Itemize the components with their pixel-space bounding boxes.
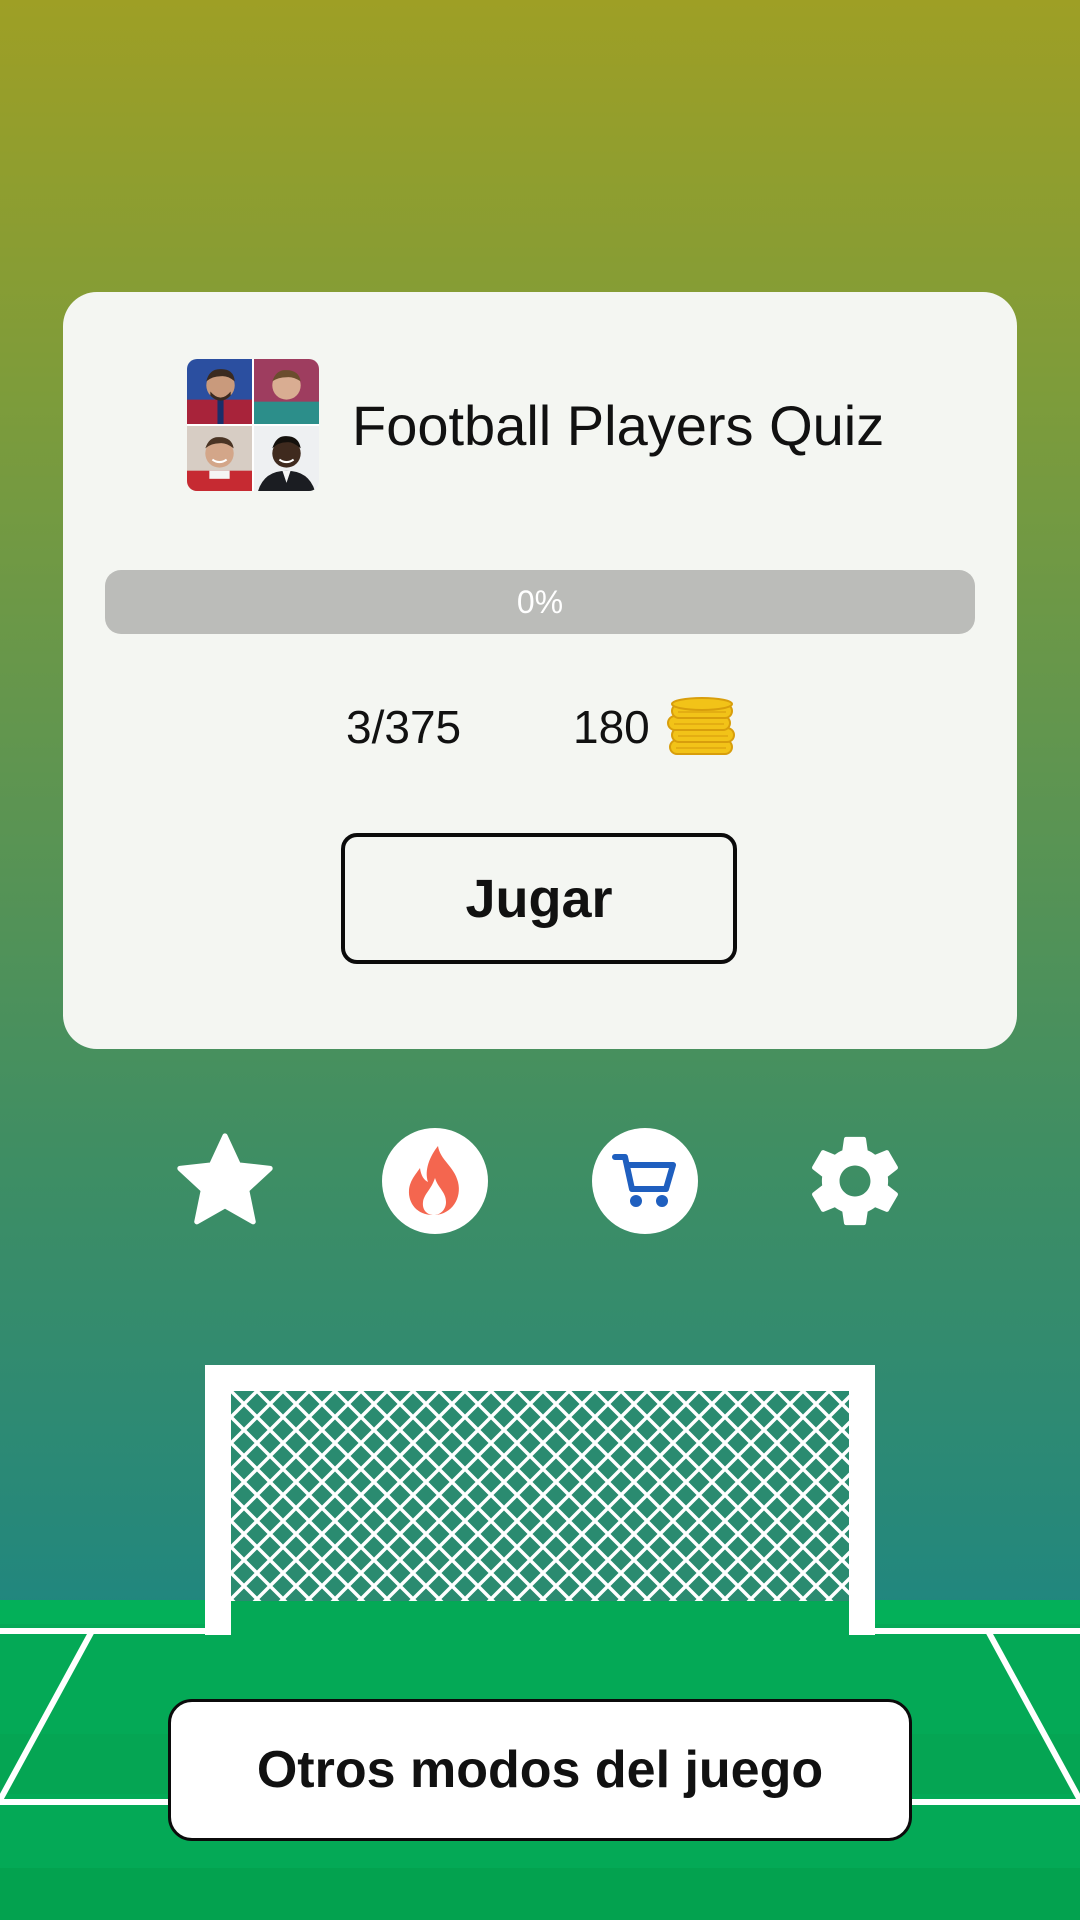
main-card: Football Players Quiz 0% 3/375 180 Jugar <box>63 292 1017 1049</box>
shop-button[interactable] <box>592 1128 698 1234</box>
coin-balance: 180 <box>573 687 738 767</box>
fire-icon <box>408 1146 459 1216</box>
star-icon <box>177 1133 273 1225</box>
player-photo-3 <box>187 426 252 491</box>
level-count: 3/375 <box>346 701 462 753</box>
progress-label: 0% <box>516 583 564 620</box>
favorites-button[interactable] <box>172 1128 278 1234</box>
gear-icon <box>812 1136 898 1226</box>
coin-stack-icon <box>666 697 735 755</box>
hot-button[interactable] <box>382 1128 488 1234</box>
player-photo-1 <box>187 359 252 424</box>
progress-bar: 0% <box>105 570 975 634</box>
app-logo <box>187 359 319 491</box>
player-photo-4 <box>254 426 319 491</box>
player-photo-2 <box>254 359 319 424</box>
app-title: Football Players Quiz <box>352 393 885 457</box>
goal-net <box>205 1365 875 1635</box>
app-header: Football Players Quiz <box>187 359 884 491</box>
shopping-cart-icon <box>612 1154 676 1207</box>
other-game-modes-button[interactable]: Otros modos del juego <box>168 1699 912 1841</box>
coin-count: 180 <box>573 701 650 753</box>
stats-row: 3/375 180 <box>63 687 1017 767</box>
play-button[interactable]: Jugar <box>341 833 737 964</box>
settings-button[interactable] <box>802 1128 908 1234</box>
